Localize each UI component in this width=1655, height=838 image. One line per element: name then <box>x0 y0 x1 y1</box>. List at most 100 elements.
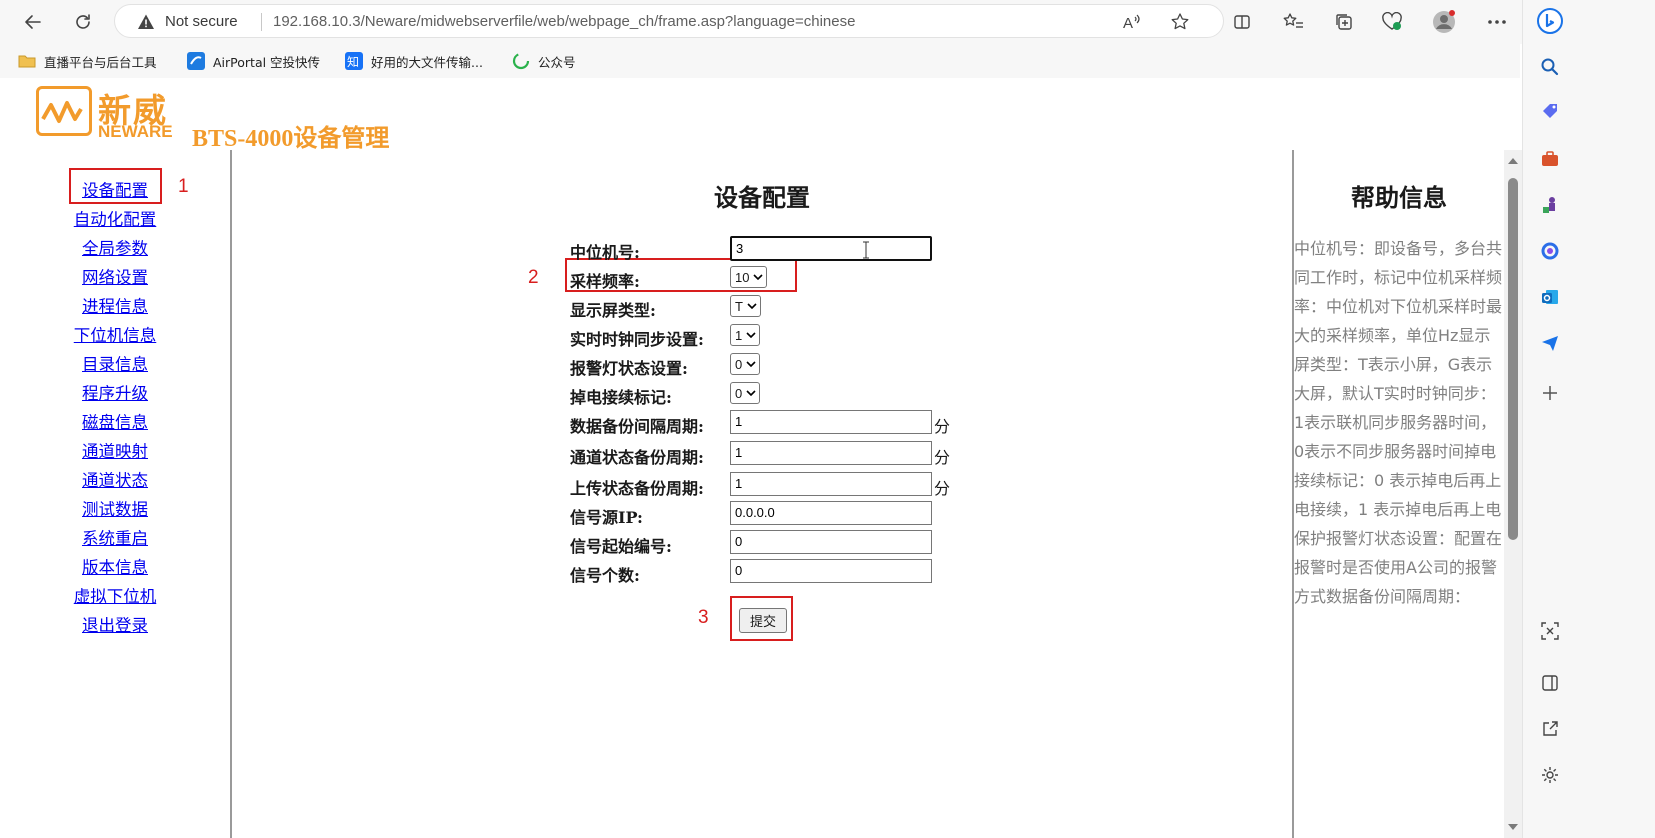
nav-channel-status[interactable]: 通道状态 <box>0 467 230 491</box>
gear-icon <box>1542 767 1558 783</box>
hide-sidebar-button[interactable] <box>1537 670 1563 696</box>
nav-system-restart[interactable]: 系统重启 <box>0 525 230 549</box>
bookmark-label: 好用的大文件传输... <box>371 54 483 70</box>
signal-count-input[interactable]: 0 <box>730 559 932 583</box>
upload-status-backup-input[interactable]: 1 <box>730 472 932 496</box>
nav-automation-config[interactable]: 自动化配置 <box>0 206 230 230</box>
bookmark-zhi[interactable]: 知 好用的大文件传输... <box>345 51 483 71</box>
alarm-light-select[interactable]: 0 <box>730 353 761 375</box>
add-sidebar-app-button[interactable] <box>1537 380 1563 406</box>
chess-piece-icon <box>1543 197 1555 213</box>
scroll-thumb[interactable] <box>1508 178 1518 540</box>
unit-label: 分 <box>934 417 951 436</box>
drop-button[interactable] <box>1537 330 1563 356</box>
outlook-button[interactable] <box>1537 284 1563 310</box>
mid-machine-number-input[interactable]: 3 <box>730 236 932 261</box>
external-link-icon <box>1543 721 1558 736</box>
open-external-button[interactable] <box>1537 716 1563 742</box>
split-screen-button[interactable] <box>1230 10 1254 34</box>
read-aloud-button[interactable]: A <box>1121 12 1143 32</box>
star-icon <box>1171 13 1189 30</box>
bookmark-airportal[interactable]: AirPortal 空投快传 <box>187 51 320 71</box>
sampling-frequency-select[interactable]: 10 <box>730 266 768 288</box>
annotation-label-2: 2 <box>528 267 539 288</box>
field-label: 采样频率: <box>570 272 640 291</box>
refresh-icon <box>76 14 90 29</box>
security-status-label[interactable]: Not secure <box>165 13 238 30</box>
select-value: 1 <box>735 327 743 343</box>
nav-channel-mapping[interactable]: 通道映射 <box>0 438 230 462</box>
browser-essentials-button[interactable] <box>1380 10 1404 34</box>
left-navigation: 1 设备配置 自动化配置 全局参数 网络设置 进程信息 下位机信息 目录信息 程… <box>0 148 232 838</box>
warning-icon[interactable] <box>137 13 155 31</box>
zhi-icon: 知 <box>345 52 363 70</box>
send-plane-icon <box>1542 336 1558 351</box>
field-label: 中位机号: <box>570 243 640 262</box>
clock-sync-select[interactable]: 1 <box>730 324 761 346</box>
nav-network-settings[interactable]: 网络设置 <box>0 264 230 288</box>
more-options-button[interactable] <box>1485 10 1509 34</box>
unit-label: 分 <box>934 479 951 498</box>
help-panel: 帮助信息 中位机号：即设备号，多台共同工作时，标记中位机采样频率：中位机对下位机… <box>1294 148 1504 838</box>
nav-test-data[interactable]: 测试数据 <box>0 496 230 520</box>
nav-logout[interactable]: 退出登录 <box>0 612 230 636</box>
profile-button[interactable] <box>1432 10 1456 34</box>
field-label: 显示屏类型: <box>570 301 656 320</box>
nav-version-info[interactable]: 版本信息 <box>0 554 230 578</box>
text-cursor-icon <box>863 241 869 259</box>
screenshot-icon <box>1541 622 1559 640</box>
copilot-button[interactable] <box>1537 8 1563 34</box>
page-viewport: 新威 NEWARE BTS-4000设备管理 1 设备配置 自动化配置 全局参数… <box>0 78 1522 838</box>
screenshot-button[interactable] <box>1537 618 1563 644</box>
bing-copilot-icon <box>1537 8 1563 34</box>
url-text[interactable]: 192.168.10.3/Neware/midwebserverfile/web… <box>273 13 855 30</box>
display-type-select[interactable]: T <box>730 295 761 317</box>
microsoft365-button[interactable] <box>1537 238 1563 264</box>
shopping-button[interactable] <box>1537 98 1563 124</box>
address-bar[interactable]: Not secure 192.168.10.3/Neware/midwebser… <box>114 4 1224 38</box>
heart-pulse-icon <box>1382 12 1402 30</box>
unit-label: 分 <box>934 448 951 467</box>
nav-global-params[interactable]: 全局参数 <box>0 235 230 259</box>
nav-lower-machine-info[interactable]: 下位机信息 <box>0 322 230 346</box>
nav-directory-info[interactable]: 目录信息 <box>0 351 230 375</box>
select-value: 0 <box>735 356 743 372</box>
favorite-star-button[interactable] <box>1169 12 1191 32</box>
bookmark-label: AirPortal 空投快传 <box>213 54 321 70</box>
plus-icon <box>1543 386 1557 400</box>
address-separator <box>261 13 262 31</box>
submit-button[interactable]: 提交 <box>739 608 787 633</box>
nav-device-config[interactable]: 设备配置 <box>0 177 230 201</box>
search-sidebar-button[interactable] <box>1537 54 1563 80</box>
avatar-icon <box>1433 10 1455 33</box>
bookmarks-bar: 直播平台与后台工具 AirPortal 空投快传 知 好用的大文件传输... 公… <box>0 44 1520 78</box>
wechat-icon <box>512 52 530 70</box>
games-button[interactable] <box>1537 192 1563 218</box>
data-backup-interval-input[interactable]: 1 <box>730 410 932 434</box>
nav-process-info[interactable]: 进程信息 <box>0 293 230 317</box>
help-title: 帮助信息 <box>1351 184 1447 212</box>
sidebar-settings-button[interactable] <box>1537 762 1563 788</box>
scroll-down-icon[interactable] <box>1508 822 1518 832</box>
help-text: 中位机号：即设备号，多台共同工作时，标记中位机采样频率：中位机对下位机采样时最大… <box>1294 239 1503 606</box>
nav-virtual-lower-machine[interactable]: 虚拟下位机 <box>0 583 230 607</box>
field-label: 信号个数: <box>570 566 640 585</box>
signal-start-number-input[interactable]: 0 <box>730 530 932 554</box>
channel-status-backup-input[interactable]: 1 <box>730 441 932 465</box>
nav-disk-info[interactable]: 磁盘信息 <box>0 409 230 433</box>
collections-button[interactable] <box>1332 10 1356 34</box>
bookmark-folder[interactable]: 直播平台与后台工具 <box>18 51 157 71</box>
nav-program-upgrade[interactable]: 程序升级 <box>0 380 230 404</box>
page-scrollbar[interactable] <box>1504 150 1522 838</box>
back-button[interactable] <box>18 8 48 36</box>
scroll-up-icon[interactable] <box>1508 156 1518 166</box>
bookmark-wechat[interactable]: 公众号 <box>512 51 576 71</box>
signal-source-ip-input[interactable]: 0.0.0.0 <box>730 501 932 525</box>
svg-text:A: A <box>1123 15 1133 31</box>
favorites-button[interactable] <box>1281 10 1305 34</box>
read-aloud-icon: A <box>1123 14 1140 31</box>
tools-button[interactable] <box>1537 146 1563 172</box>
power-resume-select[interactable]: 0 <box>730 382 761 404</box>
refresh-button[interactable] <box>68 8 98 36</box>
microsoft365-icon <box>1541 242 1559 260</box>
